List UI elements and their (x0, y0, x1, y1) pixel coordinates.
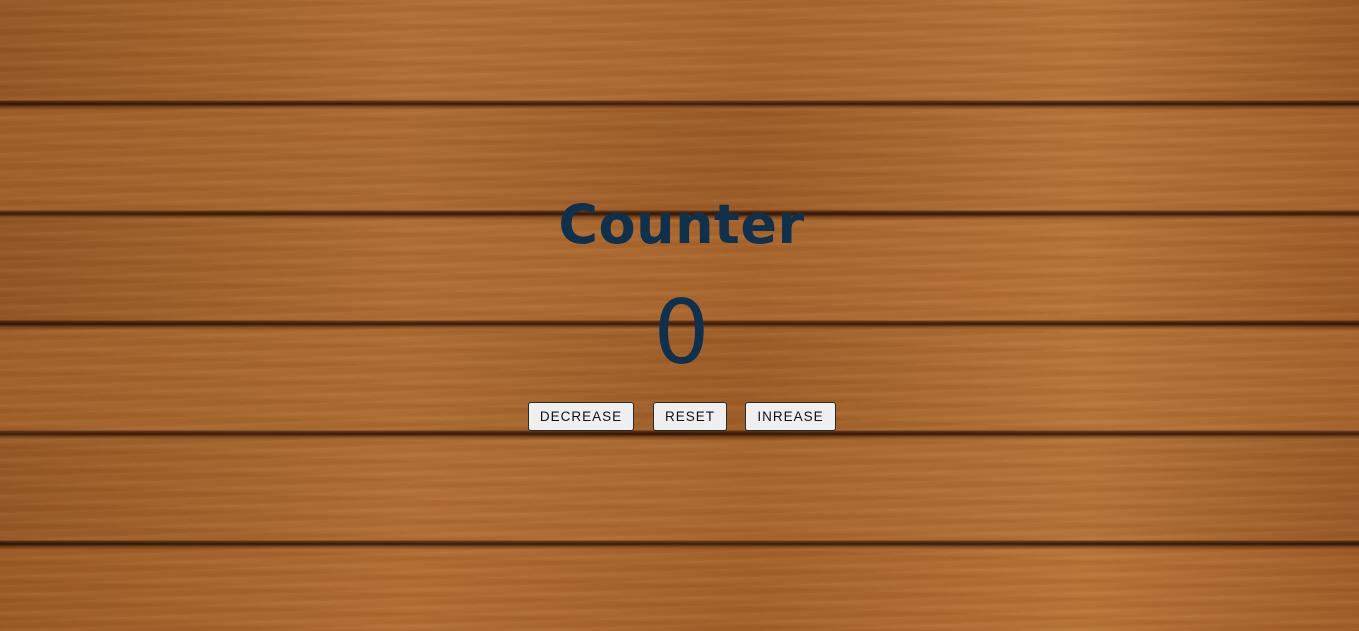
counter-value: 0 (653, 281, 710, 384)
wood-plank (0, 0, 1359, 110)
reset-button[interactable]: RESET (653, 402, 727, 431)
counter-app: Counter 0 DECREASE RESET INREASE (0, 0, 1359, 631)
decrease-button[interactable]: DECREASE (528, 402, 634, 431)
counter-title: Counter (558, 193, 805, 256)
increase-button[interactable]: INREASE (745, 402, 836, 431)
wood-plank (0, 440, 1359, 550)
